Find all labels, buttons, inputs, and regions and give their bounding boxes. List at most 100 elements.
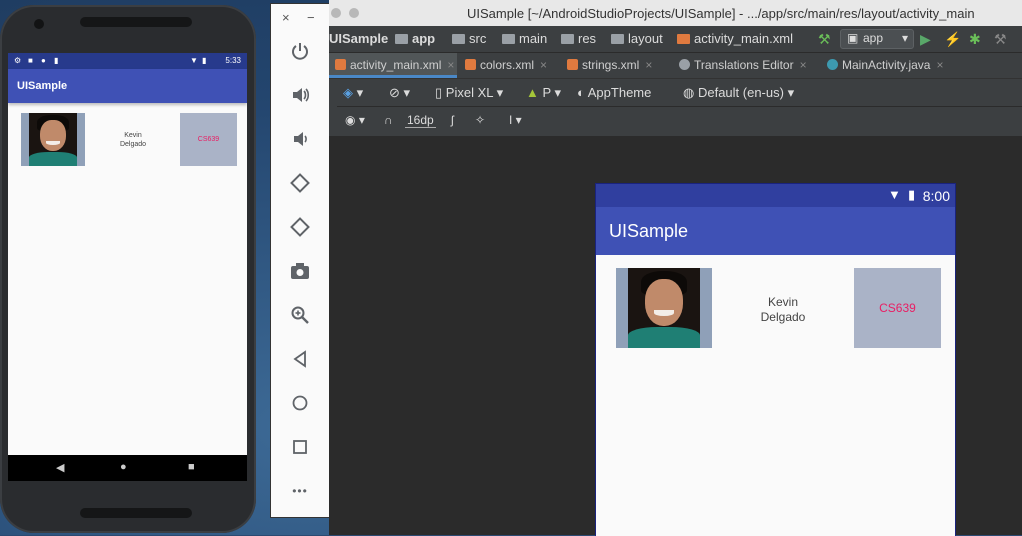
- nav-recents-button[interactable]: ■: [188, 461, 195, 473]
- nav-home-button[interactable]: ●: [120, 461, 127, 473]
- camera-icon: [291, 263, 309, 279]
- layout-toolbar: ◈ ▾ ⊘ ▾ ▯ Pixel XL ▾ ▲ P ▾ ◐ AppTheme ◍ …: [329, 79, 1022, 106]
- rotate-left-button[interactable]: [285, 168, 315, 198]
- tab-translations-editor[interactable]: Translations Editor ×: [673, 53, 819, 78]
- overview-button[interactable]: [285, 432, 315, 462]
- close-tab-icon[interactable]: ×: [447, 58, 454, 72]
- tab-colors[interactable]: colors.xml ×: [459, 53, 557, 78]
- debug-icon[interactable]: ✱: [969, 31, 981, 48]
- folder-icon: [502, 34, 515, 44]
- overview-icon: [293, 440, 307, 454]
- tab-strings[interactable]: strings.xml ×: [561, 53, 665, 78]
- phone-icon: ▯: [435, 85, 443, 100]
- java-class-icon: [827, 59, 838, 70]
- phone-clock: 5:33: [225, 56, 241, 65]
- autoconnect-toggle[interactable]: ∩: [384, 113, 393, 127]
- volume-up-button[interactable]: [285, 80, 315, 110]
- home-icon: [292, 395, 308, 411]
- globe-icon: [679, 59, 690, 70]
- profiler-icon[interactable]: ⚒: [994, 31, 1007, 48]
- window-minimize-button[interactable]: [349, 8, 359, 18]
- magic-wand-icon: ✧: [475, 113, 486, 127]
- battery-icon: ▮: [908, 187, 916, 202]
- close-tab-icon[interactable]: ×: [800, 58, 807, 72]
- rotate-right-button[interactable]: [285, 212, 315, 242]
- layout-preview[interactable]: ▼ ▮ 8:00 UISample Kevin Delgado CS639: [595, 183, 956, 536]
- volume-up-icon: [293, 88, 310, 102]
- phone-speaker: [80, 508, 192, 518]
- home-button[interactable]: [285, 388, 315, 418]
- navigation-bar: UISample app src main res layout activit…: [329, 26, 1022, 53]
- more-button[interactable]: •••: [285, 476, 315, 506]
- folder-icon: [395, 34, 408, 44]
- preview-clock: 8:00: [922, 188, 950, 204]
- constraint-toolbar: ◉ ▾ ∩ 16dp ʃ ✧ Ι ▾: [329, 107, 1022, 137]
- volume-down-icon: [294, 132, 307, 146]
- globe-icon: ◍: [683, 85, 695, 100]
- preview-profile-photo[interactable]: [616, 268, 712, 348]
- window-close-button[interactable]: [331, 8, 341, 18]
- theme-select[interactable]: ◐ AppTheme: [577, 85, 651, 100]
- course-tag: CS639: [180, 113, 237, 166]
- guideline-icon: Ι: [509, 113, 513, 127]
- back-button[interactable]: [285, 344, 315, 374]
- power-button[interactable]: [285, 36, 315, 66]
- locale-select[interactable]: ◍ Default (en-us) ▾: [683, 85, 794, 101]
- profile-photo: [21, 113, 85, 166]
- clear-constraints-button[interactable]: ʃ: [451, 113, 454, 127]
- phone-app-title: UISample: [17, 80, 68, 92]
- breadcrumb-main[interactable]: main: [502, 31, 547, 46]
- breadcrumb-app[interactable]: app: [395, 31, 435, 46]
- window-titlebar: UISample [~/AndroidStudioProjects/UISamp…: [329, 0, 1022, 26]
- close-tab-icon[interactable]: ×: [936, 58, 943, 72]
- clear-constraints-icon: ʃ: [451, 113, 454, 127]
- notification-icon: ■: [28, 56, 33, 65]
- sd-card-icon: ▮: [54, 56, 59, 65]
- device-select[interactable]: ▯ Pixel XL ▾: [435, 85, 503, 101]
- breadcrumb-file[interactable]: activity_main.xml: [677, 31, 793, 46]
- sync-icon: ●: [41, 56, 46, 65]
- tab-main-activity[interactable]: MainActivity.java ×: [821, 53, 951, 78]
- phone-speaker: [80, 17, 192, 27]
- emulator-toolbar: × − •••: [270, 3, 330, 518]
- breadcrumb-project[interactable]: UISample: [329, 31, 388, 46]
- zoom-button[interactable]: [285, 300, 315, 330]
- phone-app-bar: UISample: [8, 69, 247, 103]
- emulator-close-button[interactable]: ×: [282, 10, 290, 25]
- battery-icon: ▮: [202, 56, 207, 65]
- apply-changes-icon[interactable]: ⚡: [944, 31, 961, 48]
- infer-constraints-button[interactable]: ✧: [475, 113, 485, 127]
- tab-activity-main[interactable]: activity_main.xml ×: [329, 53, 457, 78]
- folder-icon: [611, 34, 624, 44]
- preview-course-tag[interactable]: CS639: [854, 268, 941, 348]
- guidelines-button[interactable]: Ι ▾: [509, 113, 522, 127]
- preview-app-bar: UISample: [596, 207, 955, 255]
- rotate-icon: ⊘: [389, 85, 400, 100]
- zoom-icon: [291, 306, 309, 324]
- run-icon[interactable]: ▶: [920, 31, 931, 48]
- orientation-button[interactable]: ⊘ ▾: [389, 85, 410, 101]
- wifi-icon: ▼: [888, 187, 901, 202]
- android-icon: ▣: [847, 31, 859, 45]
- nav-back-button[interactable]: ◀: [56, 461, 64, 474]
- build-hammer-icon[interactable]: ⚒: [818, 31, 831, 48]
- volume-down-button[interactable]: [285, 124, 315, 154]
- first-name: Kevin: [124, 132, 142, 139]
- api-level-select[interactable]: ▲ P ▾: [526, 85, 561, 101]
- emulator-minimize-button[interactable]: −: [307, 10, 315, 25]
- view-options-button[interactable]: ◉ ▾: [345, 113, 365, 127]
- design-surface-button[interactable]: ◈ ▾: [343, 85, 363, 101]
- close-tab-icon[interactable]: ×: [645, 58, 652, 72]
- emulator-screen[interactable]: ⚙ ■ ● ▮ ▼ ▮ 5:33 UISample Kevin Delgado …: [8, 53, 247, 481]
- breadcrumb-src[interactable]: src: [452, 31, 486, 46]
- breadcrumb-res[interactable]: res: [561, 31, 596, 46]
- run-configuration-select[interactable]: ▣ app ▾: [840, 29, 914, 49]
- default-margin-field[interactable]: 16dp: [405, 113, 436, 128]
- close-tab-icon[interactable]: ×: [540, 58, 547, 72]
- screenshot-button[interactable]: [285, 256, 315, 286]
- power-icon: [292, 43, 308, 60]
- breadcrumb-layout[interactable]: layout: [611, 31, 663, 46]
- preview-profile-name[interactable]: Kevin Delgado: [746, 295, 820, 325]
- android-studio-window: UISample [~/AndroidStudioProjects/UISamp…: [329, 0, 1022, 536]
- wifi-icon: ▼: [190, 56, 198, 65]
